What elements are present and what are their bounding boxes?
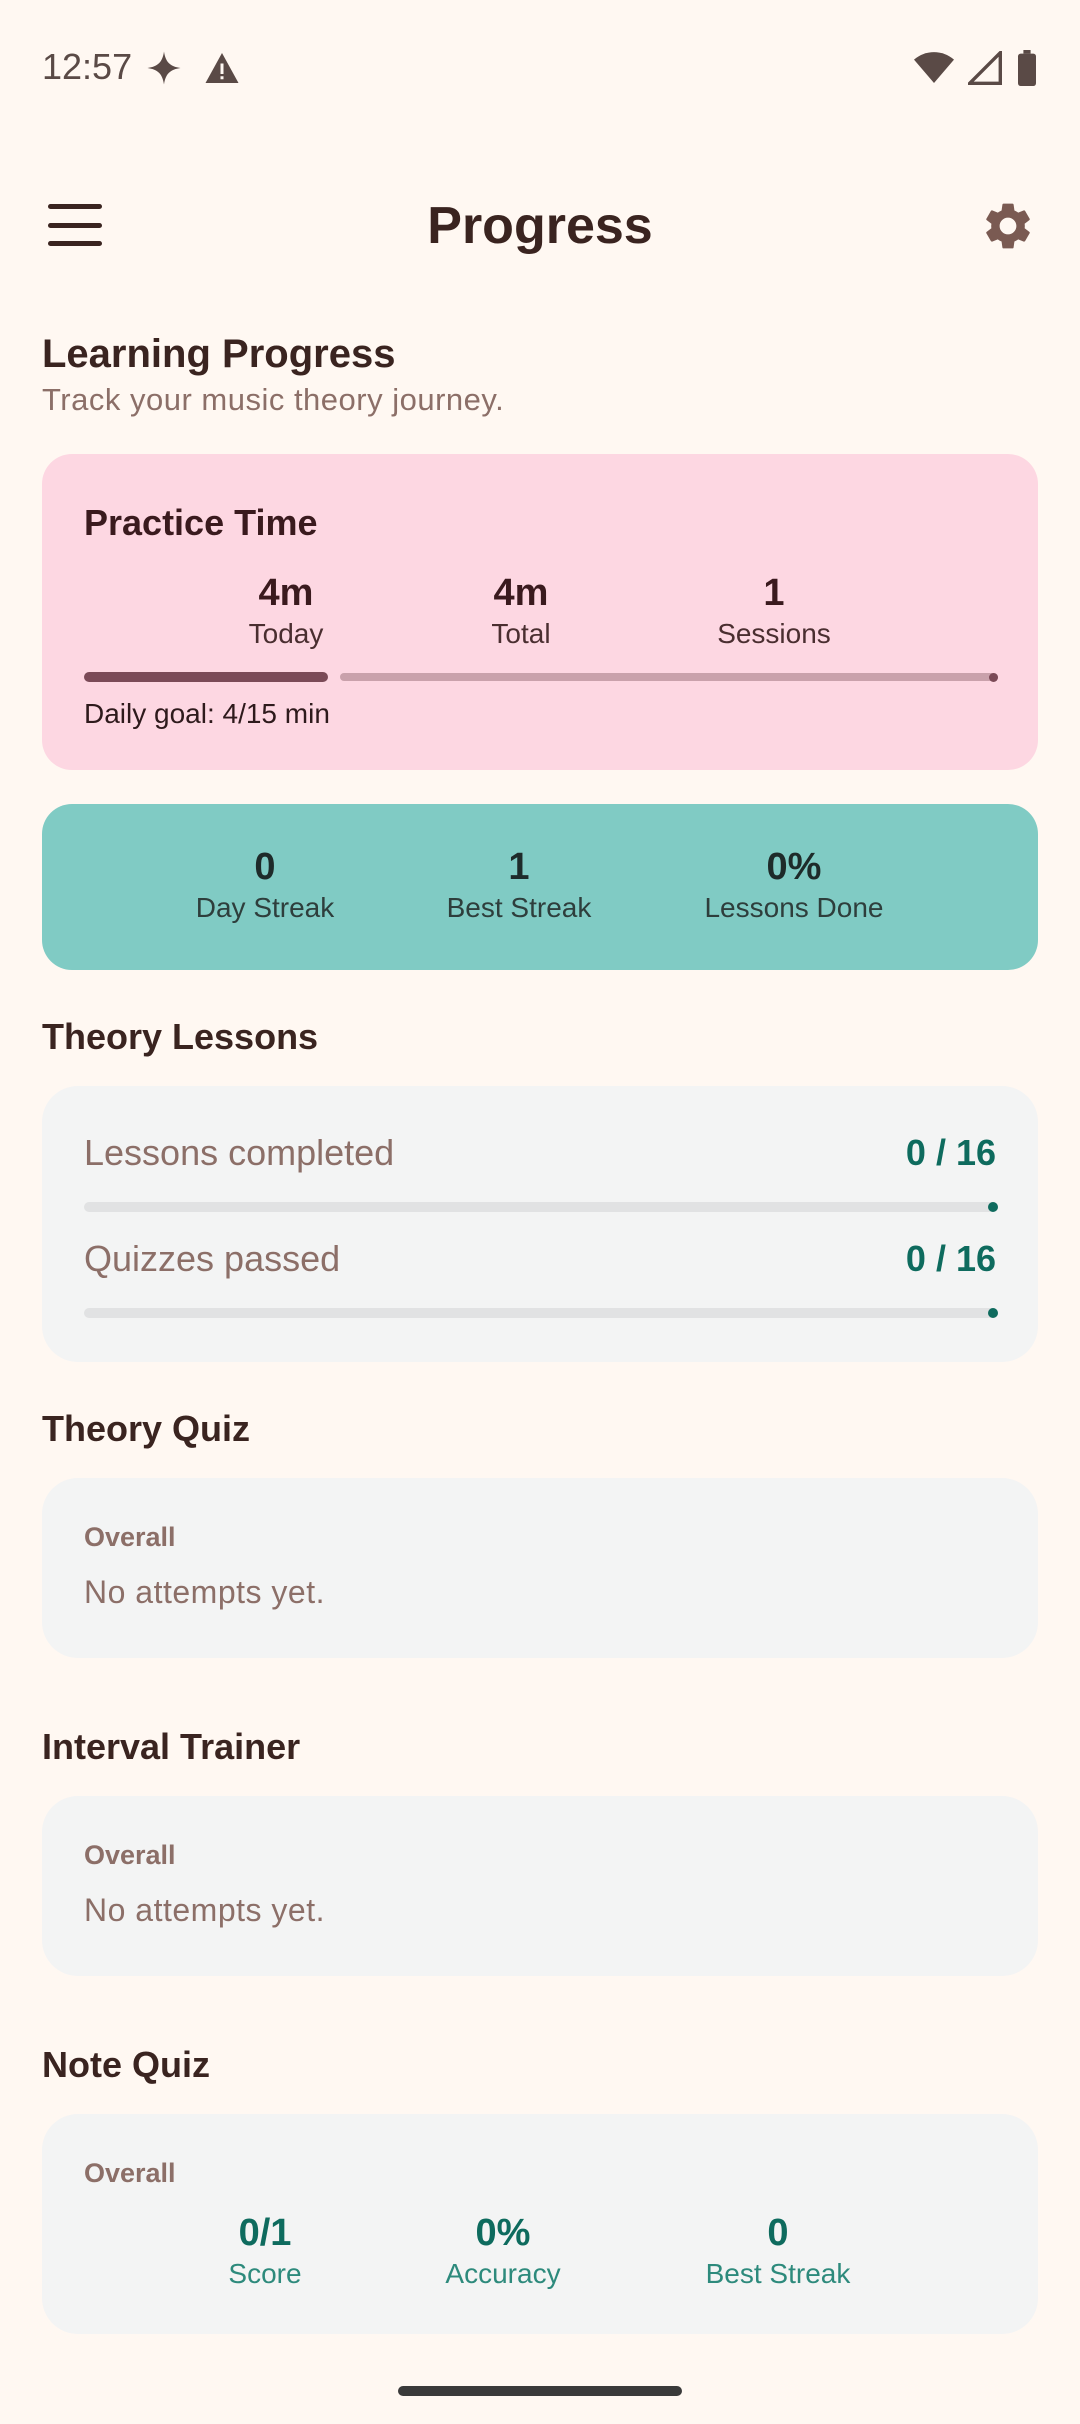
theory-quiz-panel: Overall No attempts yet. bbox=[42, 1478, 1038, 1658]
stat-value: 1 bbox=[763, 572, 785, 614]
stat-value: 0 bbox=[254, 846, 276, 888]
app-title: Progress bbox=[427, 197, 653, 255]
stat-total: 4m Total bbox=[391, 570, 651, 650]
warning-icon bbox=[205, 53, 239, 83]
cellular-icon bbox=[968, 51, 1002, 85]
stat-label: Sessions bbox=[717, 618, 831, 649]
wifi-icon bbox=[914, 52, 954, 83]
stat-label: Today bbox=[248, 618, 324, 649]
theory-quiz-title: Theory Quiz bbox=[42, 1408, 251, 1449]
daily-goal-progress-bar bbox=[84, 672, 998, 682]
quizzes-passed-progress-bar bbox=[84, 1308, 998, 1318]
daily-goal-text: Daily goal: 4/15 min bbox=[84, 698, 330, 729]
overall-label: Overall bbox=[84, 1522, 176, 1552]
sparkle-icon bbox=[147, 51, 181, 85]
stat-best-streak: 1 Best Streak bbox=[389, 844, 649, 924]
overall-label: Overall bbox=[84, 2158, 176, 2188]
status-left-icons bbox=[146, 50, 240, 86]
stat-value: 0% bbox=[475, 2212, 531, 2254]
note-quiz-accuracy: 0% Accuracy bbox=[373, 2210, 633, 2290]
stat-label: Lessons Done bbox=[704, 892, 884, 923]
lessons-completed-value: 0 / 16 bbox=[905, 1132, 996, 1173]
stat-lessons-done: 0% Lessons Done bbox=[664, 844, 924, 924]
streak-card: 0 Day Streak 1 Best Streak 0% Lessons Do… bbox=[42, 804, 1038, 970]
gear-icon[interactable] bbox=[980, 198, 1036, 254]
progress-end-dot bbox=[988, 1308, 998, 1318]
quizzes-passed-value: 0 / 16 bbox=[905, 1238, 996, 1279]
status-time: 12:57 bbox=[42, 46, 133, 87]
daily-goal-progress-fill bbox=[84, 672, 328, 682]
stat-sessions: 1 Sessions bbox=[644, 570, 904, 650]
practice-time-card: Practice Time 4m Today 4m Total 1 Sessio… bbox=[42, 454, 1038, 770]
note-quiz-score: 0/1 Score bbox=[135, 2210, 395, 2290]
empty-state-text: No attempts yet. bbox=[84, 1574, 325, 1610]
battery-icon bbox=[1018, 50, 1036, 86]
status-right-icons bbox=[914, 50, 1038, 86]
page-heading: Learning Progress bbox=[42, 332, 396, 376]
theory-lessons-panel: Lessons completed 0 / 16 Quizzes passed … bbox=[42, 1086, 1038, 1362]
stat-value: 0/1 bbox=[238, 2212, 292, 2254]
note-quiz-best-streak: 0 Best Streak bbox=[648, 2210, 908, 2290]
page-subheading: Track your music theory journey. bbox=[42, 382, 505, 417]
home-indicator[interactable] bbox=[398, 2386, 682, 2396]
stat-label: Score bbox=[228, 2258, 302, 2289]
status-bar: 12:57 bbox=[0, 0, 1080, 140]
stat-value: 4m bbox=[258, 572, 314, 614]
empty-state-text: No attempts yet. bbox=[84, 1892, 325, 1928]
practice-time-title: Practice Time bbox=[84, 502, 318, 543]
stat-label: Best Streak bbox=[705, 2258, 851, 2289]
stat-value: 4m bbox=[493, 572, 549, 614]
stat-value: 0 bbox=[767, 2212, 789, 2254]
stat-label: Total bbox=[491, 618, 551, 649]
interval-trainer-title: Interval Trainer bbox=[42, 1726, 301, 1767]
stat-label: Day Streak bbox=[195, 892, 335, 923]
progress-screen: 12:57 Progress Learning Progress Track y… bbox=[0, 0, 1080, 2424]
daily-goal-progress-remaining bbox=[340, 673, 998, 681]
progress-end-dot bbox=[988, 1202, 998, 1212]
note-quiz-panel: Overall 0/1 Score 0% Accuracy 0 Best Str… bbox=[42, 2114, 1038, 2334]
theory-lessons-title: Theory Lessons bbox=[42, 1016, 319, 1057]
app-bar: Progress bbox=[0, 180, 1080, 270]
lessons-completed-label: Lessons completed bbox=[84, 1132, 395, 1173]
interval-trainer-panel: Overall No attempts yet. bbox=[42, 1796, 1038, 1976]
stat-value: 1 bbox=[508, 846, 530, 888]
stat-value: 0% bbox=[766, 846, 822, 888]
stat-day-streak: 0 Day Streak bbox=[135, 844, 395, 924]
stat-label: Best Streak bbox=[446, 892, 592, 923]
progress-end-dot bbox=[989, 673, 998, 682]
stat-label: Accuracy bbox=[445, 2258, 561, 2289]
quizzes-passed-label: Quizzes passed bbox=[84, 1238, 341, 1279]
note-quiz-title: Note Quiz bbox=[42, 2044, 210, 2085]
overall-label: Overall bbox=[84, 1840, 176, 1870]
lessons-completed-progress-bar bbox=[84, 1202, 998, 1212]
stat-today: 4m Today bbox=[156, 570, 416, 650]
